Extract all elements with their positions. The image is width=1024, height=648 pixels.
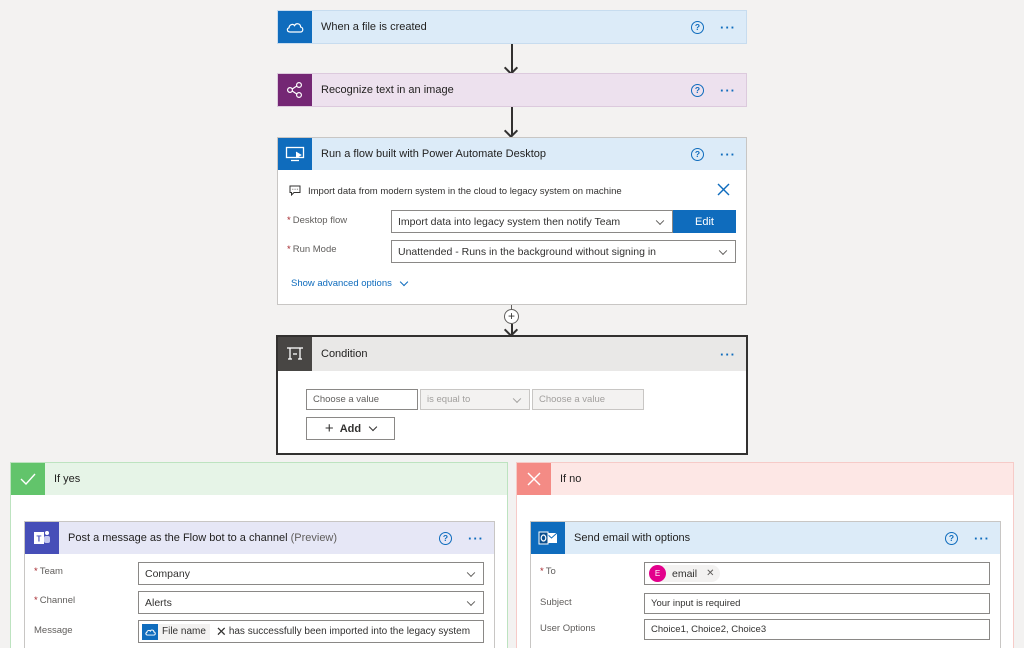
add-condition-button[interactable]: + Add <box>306 417 395 440</box>
chevron-down-icon <box>718 246 728 255</box>
to-field[interactable]: E email ✕ <box>644 562 990 585</box>
help-icon[interactable]: ? <box>439 531 452 545</box>
chevron-down-icon <box>466 568 476 577</box>
flow-arrow <box>511 324 513 334</box>
to-label: * To <box>540 566 556 577</box>
subject-label: Subject <box>540 597 572 608</box>
plus-icon: + <box>324 420 334 437</box>
onedrive-icon <box>142 623 158 640</box>
chevron-down-icon <box>512 394 522 403</box>
recognize-title: Recognize text in an image <box>321 84 454 96</box>
chevron-down-icon <box>399 277 409 286</box>
more-options-icon[interactable]: ··· <box>720 348 736 361</box>
message-field[interactable]: File name ✕ has successfully been import… <box>138 620 484 643</box>
outlook-icon <box>531 522 565 554</box>
desktop-flow-description: Import data from modern system in the cl… <box>308 186 622 197</box>
more-options-icon[interactable]: ··· <box>468 532 484 545</box>
remove-token-icon[interactable]: ✕ <box>706 568 714 579</box>
user-options-label: User Options <box>540 623 596 634</box>
if-no-title: If no <box>560 473 582 485</box>
desktop-flow-card: Run a flow built with Power Automate Des… <box>277 137 747 305</box>
trigger-card[interactable]: When a file is created ? ··· <box>277 10 747 44</box>
if-yes-branch: If yes T Post a message as the Flow bot … <box>10 462 508 648</box>
more-options-icon[interactable]: ··· <box>720 21 736 34</box>
svg-text:T: T <box>37 535 42 544</box>
chevron-down-icon <box>466 597 476 606</box>
run-mode-select[interactable]: Unattended - Runs in the background with… <box>391 240 736 263</box>
flow-arrow <box>511 107 513 135</box>
if-yes-title: If yes <box>54 473 81 485</box>
chevron-down-icon <box>368 422 378 431</box>
condition-left-value[interactable]: Choose a value <box>306 389 418 410</box>
remove-token-icon[interactable]: ✕ <box>216 624 227 640</box>
subject-field[interactable]: Your input is required <box>644 593 990 614</box>
show-advanced-options-link[interactable]: Show advanced options <box>291 277 409 289</box>
onedrive-icon <box>278 11 312 43</box>
condition-right-value[interactable]: Choose a value <box>532 389 644 410</box>
help-icon[interactable]: ? <box>945 531 958 545</box>
more-options-icon[interactable]: ··· <box>974 532 990 545</box>
help-icon[interactable]: ? <box>691 20 704 34</box>
channel-label: * Channel <box>34 595 76 606</box>
file-name-token[interactable]: File name <box>142 623 210 640</box>
help-icon[interactable]: ? <box>691 83 704 97</box>
send-email-card: Send email with options ? ··· * To E emai… <box>530 521 1001 648</box>
condition-operator-select[interactable]: is equal to <box>420 389 530 410</box>
help-icon[interactable]: ? <box>691 147 704 161</box>
channel-select[interactable]: Alerts <box>138 591 484 614</box>
if-no-branch: If no Send email with options ? ··· * To … <box>516 462 1014 648</box>
edit-button[interactable]: Edit <box>673 210 736 233</box>
teams-icon: T <box>25 522 59 554</box>
user-options-field[interactable]: Choice1, Choice2, Choice3 <box>644 619 990 640</box>
more-options-icon[interactable]: ··· <box>720 84 736 97</box>
ai-builder-icon <box>278 74 312 106</box>
close-icon <box>517 463 551 495</box>
teams-action-title: Post a message as the Flow bot to a chan… <box>68 532 338 544</box>
send-email-title: Send email with options <box>574 532 691 544</box>
trigger-title: When a file is created <box>321 21 427 33</box>
run-mode-label: * Run Mode <box>287 244 337 255</box>
checkmark-icon <box>11 463 45 495</box>
condition-icon <box>278 337 312 371</box>
condition-card: Condition ··· Choose a value is equal to… <box>276 335 748 455</box>
flow-arrow <box>511 44 513 72</box>
chevron-down-icon <box>655 216 665 225</box>
desktop-flow-icon <box>278 138 312 170</box>
comment-icon <box>289 185 301 199</box>
email-token[interactable]: E email ✕ <box>649 565 721 582</box>
condition-title: Condition <box>321 348 368 360</box>
message-label: Message <box>34 625 73 636</box>
recognize-card[interactable]: Recognize text in an image ? ··· <box>277 73 747 107</box>
desktop-flow-label: * Desktop flow <box>287 215 348 226</box>
avatar: E <box>649 565 666 582</box>
team-label: * Team <box>34 566 63 577</box>
more-options-icon[interactable]: ··· <box>720 148 736 161</box>
teams-post-message-card: T Post a message as the Flow bot to a ch… <box>24 521 495 648</box>
desktop-flow-title: Run a flow built with Power Automate Des… <box>321 148 547 160</box>
team-select[interactable]: Company <box>138 562 484 585</box>
close-icon[interactable] <box>717 183 730 199</box>
insert-step-icon[interactable]: + <box>504 309 519 324</box>
desktop-flow-select[interactable]: Import data into legacy system then noti… <box>391 210 673 233</box>
